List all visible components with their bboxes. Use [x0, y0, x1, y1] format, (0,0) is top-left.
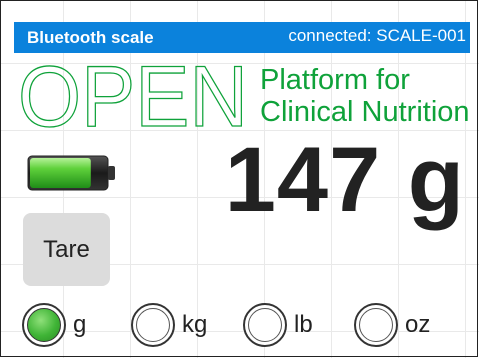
open-logo: OPEN: [18, 56, 249, 134]
unit-option-g[interactable]: g: [22, 300, 86, 350]
tare-button[interactable]: Tare: [23, 213, 110, 286]
radio-kg[interactable]: [131, 303, 175, 347]
radio-indicator: [359, 308, 393, 342]
tagline-line-1: Platform for: [260, 64, 410, 96]
unit-label-oz: oz: [405, 311, 431, 338]
unit-option-kg[interactable]: kg: [131, 300, 207, 350]
radio-indicator: [248, 308, 282, 342]
battery-icon: [27, 155, 115, 191]
radio-g[interactable]: [22, 303, 66, 347]
weight-readout: 147 g: [224, 129, 465, 231]
unit-option-oz[interactable]: oz: [354, 300, 430, 350]
tagline-line-2: Clinical Nutrition: [260, 96, 470, 128]
radio-indicator: [136, 308, 170, 342]
platform-tagline: Platform for Clinical Nutrition: [260, 64, 470, 128]
title-bar: Bluetooth scale connected: SCALE-001: [14, 22, 470, 53]
open-logo-text: OPEN: [18, 56, 248, 134]
unit-label-lb: lb: [294, 311, 313, 338]
app-title: Bluetooth scale: [27, 28, 154, 47]
unit-label-kg: kg: [182, 311, 208, 338]
radio-oz[interactable]: [354, 303, 398, 347]
unit-label-g: g: [73, 311, 87, 338]
radio-indicator-selected: [27, 308, 61, 342]
connection-status: connected: SCALE-001: [288, 26, 466, 45]
radio-lb[interactable]: [243, 303, 287, 347]
unit-option-lb[interactable]: lb: [243, 300, 313, 350]
